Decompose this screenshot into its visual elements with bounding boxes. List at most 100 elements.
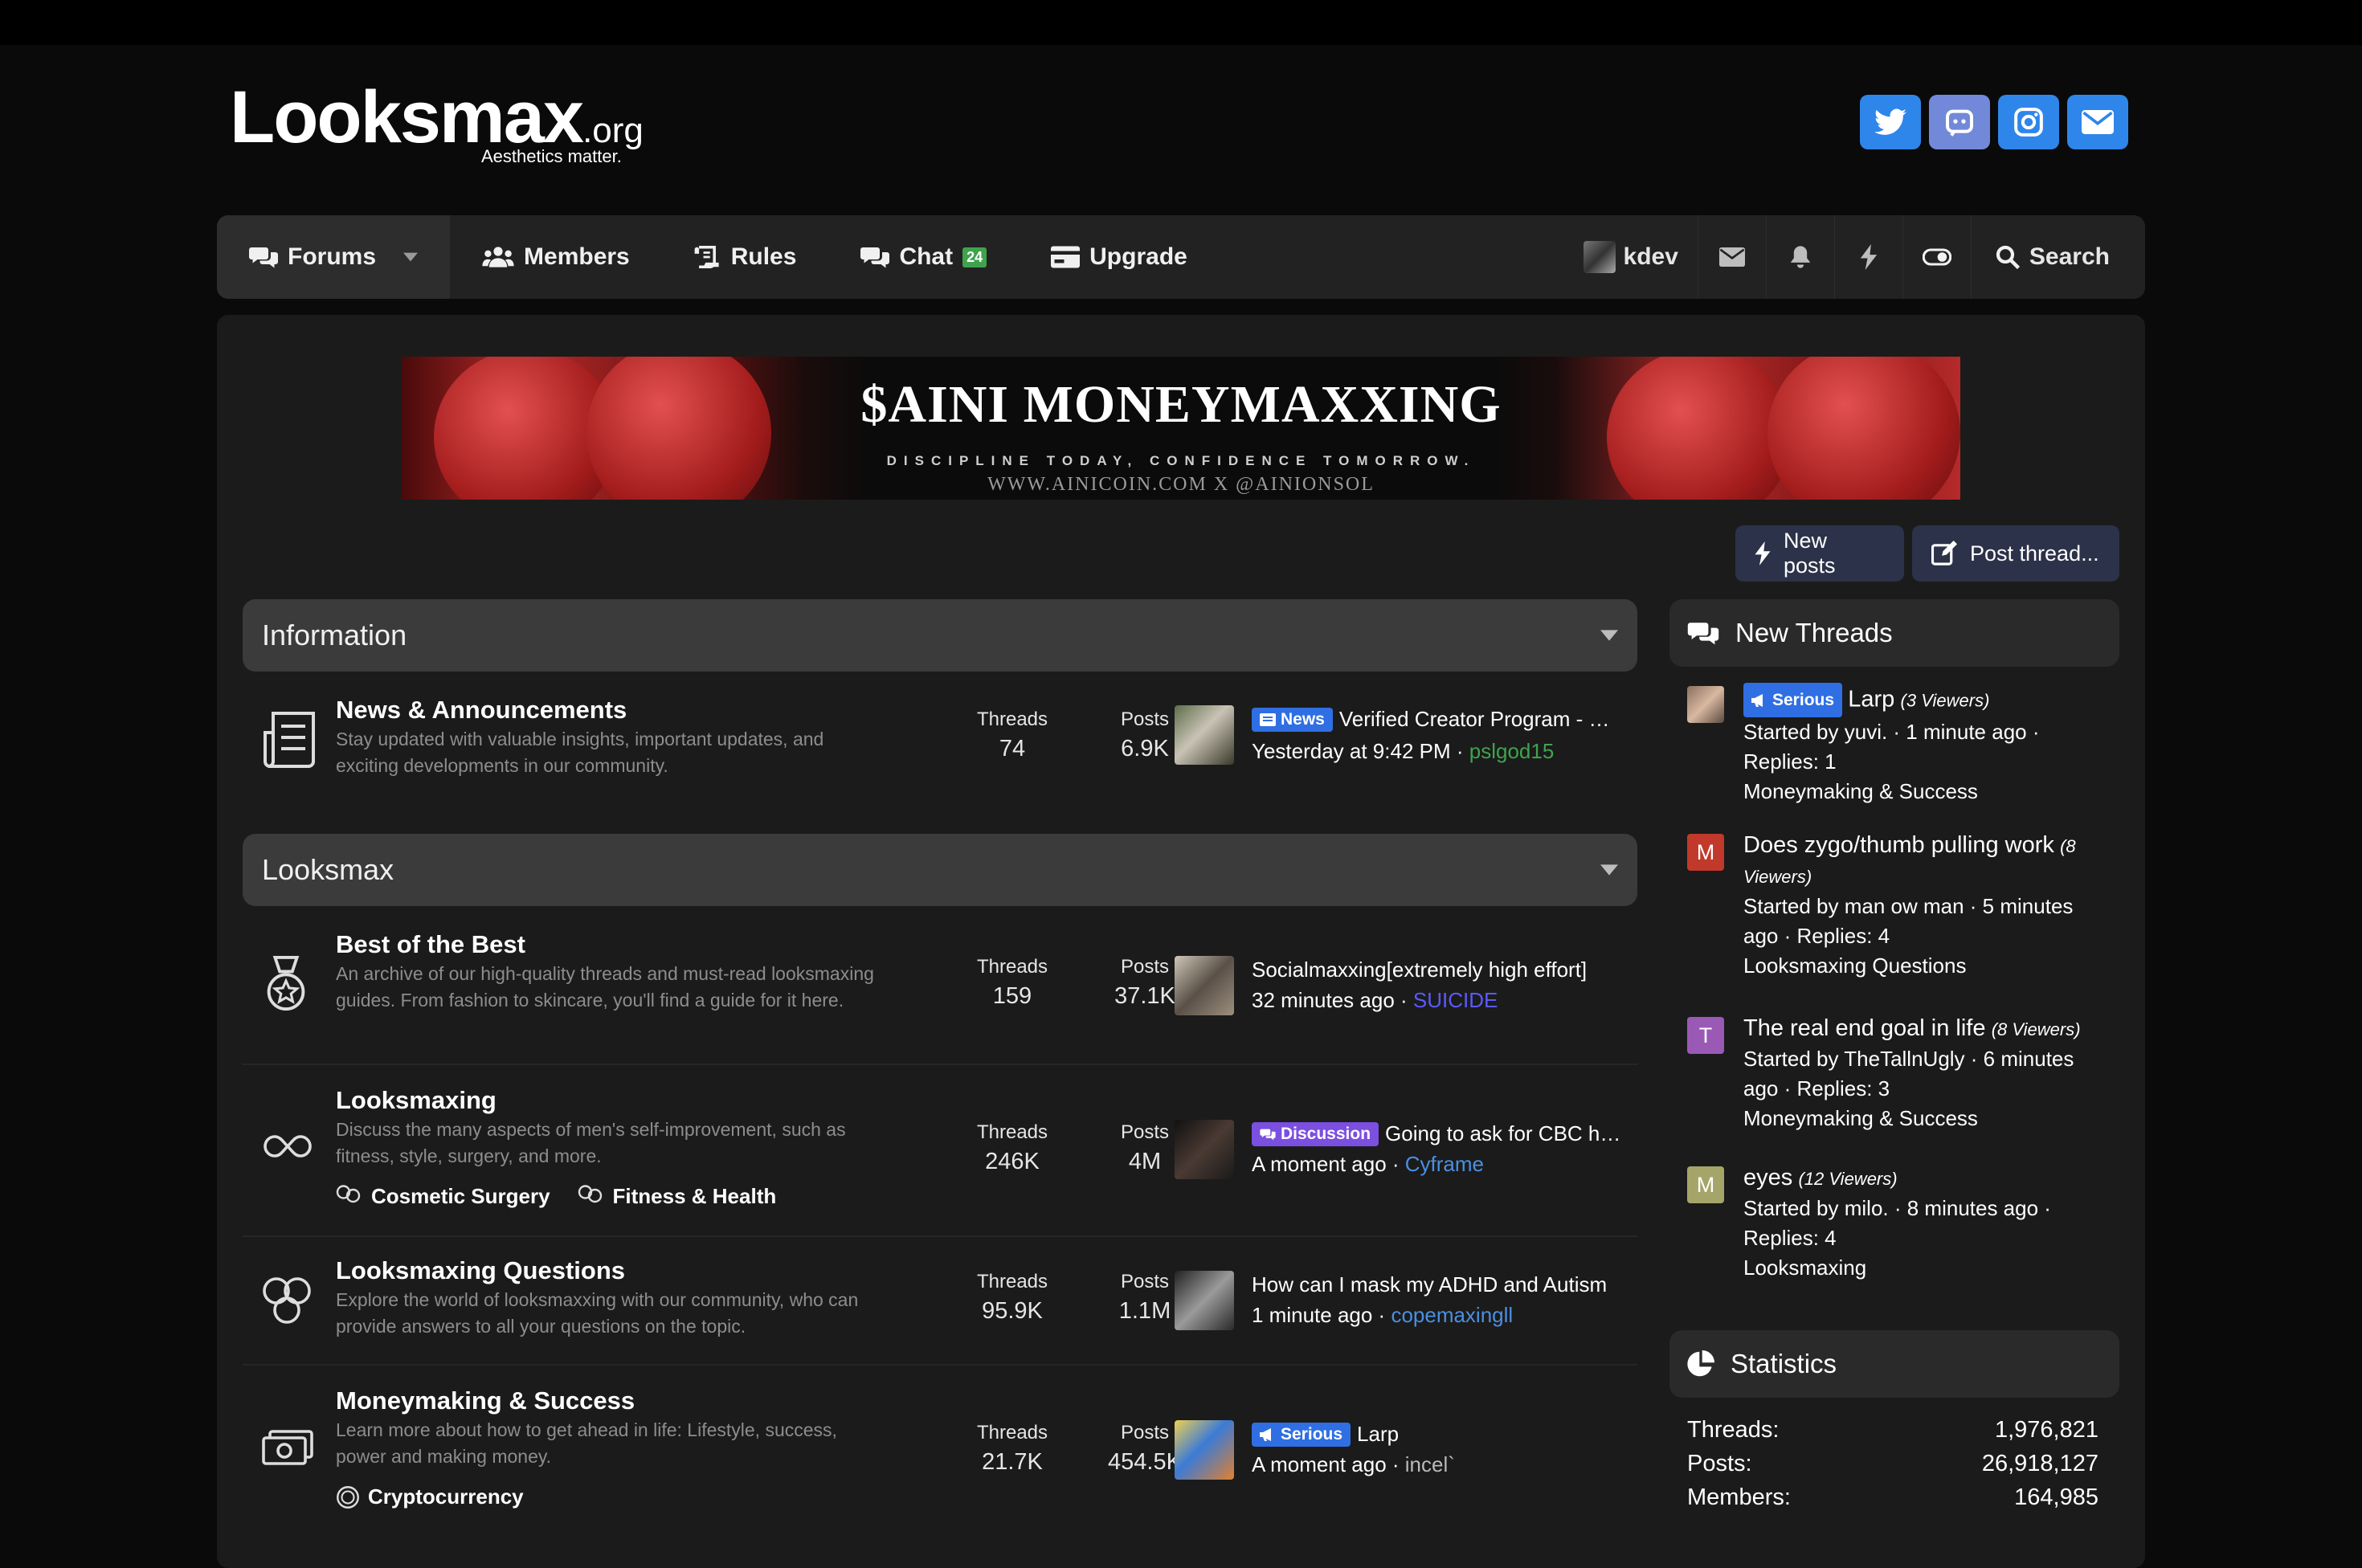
megaphone-icon <box>1260 1427 1271 1441</box>
category-header-looksmax[interactable]: Looksmax <box>243 834 1637 906</box>
new-thread-item[interactable]: M Does zygo/thumb pulling work (8 Viewer… <box>1687 831 2105 983</box>
thread-viewers: (12 Viewers) <box>1798 1169 1898 1189</box>
forum-title[interactable]: Best of the Best <box>336 930 525 959</box>
nav-theme-toggle[interactable] <box>1902 215 1971 299</box>
last-post-avatar[interactable] <box>1175 956 1234 1015</box>
last-post-avatar[interactable] <box>1175 1420 1234 1480</box>
thread-forum[interactable]: Moneymaking & Success <box>1743 777 2097 806</box>
thread-avatar[interactable]: T <box>1687 1017 1724 1054</box>
forum-row-news[interactable]: News & Announcements Stay updated with v… <box>243 675 1637 795</box>
last-post-time[interactable]: 1 minute ago <box>1252 1303 1372 1327</box>
nav-whats-new[interactable] <box>1833 215 1902 299</box>
forum-row-questions[interactable]: Looksmaxing Questions Explore the world … <box>243 1237 1637 1366</box>
last-post-title[interactable]: Discussion Going to ask for CBC help <box>1252 1121 1621 1146</box>
nav-forums[interactable]: Forums <box>217 215 451 299</box>
last-post-title[interactable]: News Verified Creator Program - How to G… <box>1252 707 1621 732</box>
forum-description: Learn more about how to get ahead in lif… <box>336 1419 837 1467</box>
twitter-button[interactable] <box>1860 95 1921 149</box>
last-post-user[interactable]: Cyframe <box>1405 1152 1484 1176</box>
caret-down-icon[interactable] <box>403 252 419 262</box>
instagram-button[interactable] <box>1998 95 2059 149</box>
comments-icon <box>1687 623 1719 645</box>
last-post-user[interactable]: SUICIDE <box>1413 988 1498 1012</box>
stat-value: 1,976,821 <box>1994 1417 2098 1443</box>
threads-stat: Threads 74 <box>964 708 1060 762</box>
post-thread-button[interactable]: Post thread... <box>1912 525 2119 582</box>
nav-rules[interactable]: Rules <box>662 215 829 299</box>
thread-avatar[interactable]: M <box>1687 1166 1724 1203</box>
banner-ad[interactable]: $AINI MONEYMAXXING DISCIPLINE TODAY, CON… <box>402 357 1960 500</box>
thread-forum[interactable]: Looksmaxing Questions <box>1743 951 2097 981</box>
forum-title[interactable]: Moneymaking & Success <box>336 1386 635 1415</box>
thread-title-line[interactable]: eyes (12 Viewers) <box>1743 1163 2097 1194</box>
threads-label: Threads <box>976 1422 1048 1443</box>
nav-alerts[interactable] <box>1765 215 1834 299</box>
new-thread-item[interactable]: Serious Larp (3 Viewers) Started by yuvi… <box>1687 683 2105 803</box>
subforum-link[interactable]: Cosmetic Surgery <box>336 1184 550 1209</box>
subforum-icon <box>336 1184 361 1203</box>
forum-row-best[interactable]: Best of the Best An archive of our high-… <box>243 911 1637 1065</box>
forum-description: Stay updated with valuable insights, imp… <box>336 729 824 776</box>
new-thread-item[interactable]: T The real end goal in life (8 Viewers) … <box>1687 1014 2105 1134</box>
last-post-time[interactable]: A moment ago <box>1252 1152 1387 1176</box>
new-thread-item[interactable]: M eyes (12 Viewers) Started by milo. · 8… <box>1687 1163 2105 1284</box>
last-post-title[interactable]: Serious Larp <box>1252 1422 1621 1447</box>
last-post-title[interactable]: How can I mask my ADHD and Autism <box>1252 1272 1621 1297</box>
new-posts-label: New posts <box>1783 529 1836 578</box>
last-post-title[interactable]: Socialmaxxing[extremely high effort] <box>1252 958 1621 982</box>
thread-avatar[interactable]: M <box>1687 834 1724 871</box>
forum-title[interactable]: Looksmaxing Questions <box>336 1256 625 1285</box>
nav-user-account[interactable]: kdev <box>1564 215 1698 299</box>
subforum-link[interactable]: Cryptocurrency <box>336 1484 524 1509</box>
last-post-avatar[interactable] <box>1175 1120 1234 1179</box>
thread-title-line[interactable]: Serious Larp (3 Viewers) <box>1743 683 2097 717</box>
last-post-meta: A moment ago · incel` <box>1252 1452 1455 1476</box>
comments-icon <box>1260 1129 1276 1140</box>
last-post-time[interactable]: 32 minutes ago <box>1252 988 1395 1012</box>
forum-row-looksmaxing[interactable]: Looksmaxing Discuss the many aspects of … <box>243 1065 1637 1237</box>
thread-avatar[interactable] <box>1687 686 1724 723</box>
last-post-user[interactable]: pslgod15 <box>1469 739 1555 763</box>
category-header-information[interactable]: Information <box>243 599 1637 672</box>
user-avatar <box>1583 241 1616 273</box>
prefix-badge: Serious <box>1743 683 1843 717</box>
last-post-title-text: Larp <box>1357 1422 1400 1446</box>
chat-count-badge: 24 <box>962 247 987 267</box>
infinity-icon <box>264 1135 312 1158</box>
subforum-link[interactable]: Fitness & Health <box>578 1184 776 1209</box>
last-post-avatar[interactable] <box>1175 705 1234 765</box>
caret-down-icon[interactable] <box>1600 630 1618 641</box>
bolt-icon <box>1860 244 1878 270</box>
stat-row-posts: Posts: 26,918,127 <box>1687 1451 2098 1477</box>
caret-down-icon[interactable] <box>1600 864 1618 876</box>
last-post-avatar[interactable] <box>1175 1271 1234 1330</box>
nav-chat[interactable]: Chat 24 <box>828 215 1019 299</box>
nav-rules-label: Rules <box>730 243 797 270</box>
thread-title-line[interactable]: The real end goal in life (8 Viewers) <box>1743 1014 2097 1044</box>
nav-inbox[interactable] <box>1697 215 1766 299</box>
threads-count: 74 <box>999 736 1026 762</box>
thread-title-line[interactable]: Does zygo/thumb pulling work (8 Viewers) <box>1743 831 2097 892</box>
last-post-meta: A moment ago · Cyframe <box>1252 1152 1485 1176</box>
forum-row-moneymaking[interactable]: Moneymaking & Success Learn more about h… <box>243 1366 1637 1528</box>
scroll-icon <box>694 245 719 269</box>
nav-username: kdev <box>1623 243 1678 270</box>
nav-search[interactable]: Search <box>1970 215 2145 299</box>
nav-members[interactable]: Members <box>450 215 662 299</box>
thread-forum[interactable]: Looksmaxing <box>1743 1253 2097 1283</box>
forum-title[interactable]: Looksmaxing <box>336 1086 497 1115</box>
threads-stat: Threads 21.7K <box>964 1422 1060 1476</box>
last-post-time[interactable]: Yesterday at 9:42 PM <box>1252 739 1451 763</box>
last-post-time[interactable]: A moment ago <box>1252 1452 1387 1476</box>
nav-upgrade[interactable]: Upgrade <box>1019 215 1220 299</box>
last-post-user[interactable]: incel` <box>1405 1452 1455 1476</box>
new-posts-button[interactable]: New posts <box>1735 525 1904 582</box>
site-logo[interactable]: Looksmax.org Aesthetics matter. <box>230 80 644 166</box>
discord-button[interactable] <box>1929 95 1990 149</box>
instagram-icon <box>2014 108 2043 137</box>
thread-forum[interactable]: Moneymaking & Success <box>1743 1104 2097 1133</box>
forum-title[interactable]: News & Announcements <box>336 696 627 725</box>
nav-forums-label: Forums <box>288 243 377 270</box>
last-post-user[interactable]: copemaxingll <box>1391 1303 1513 1327</box>
mail-button[interactable] <box>2067 95 2128 149</box>
